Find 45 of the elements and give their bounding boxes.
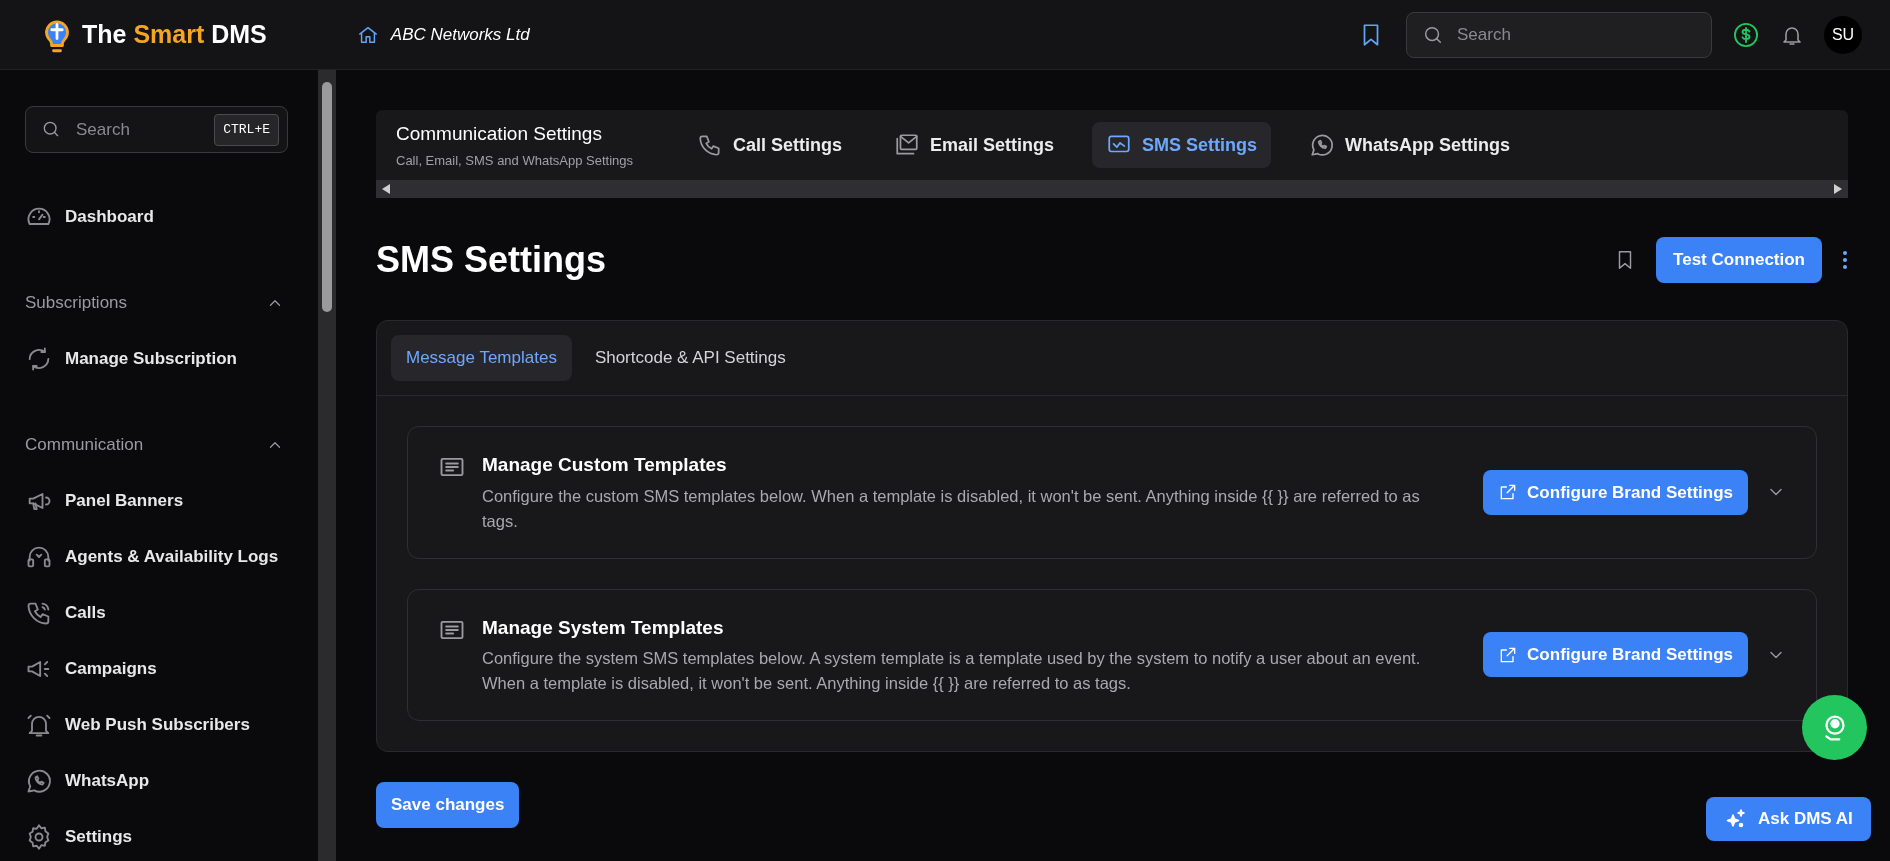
logo-text: The Smart DMS — [82, 18, 267, 50]
sub-tab[interactable]: Message Templates — [391, 335, 572, 381]
whatsapp-icon — [25, 767, 53, 795]
section-title: Manage Custom Templates — [482, 453, 728, 477]
configure-button[interactable]: Configure Brand Settings — [1483, 469, 1748, 515]
configure-button[interactable]: Configure Brand Settings — [1483, 632, 1748, 678]
avatar[interactable]: SU — [1824, 15, 1862, 54]
shortcut-key: CTRL+E — [214, 114, 279, 146]
sidebar-item[interactable]: Calls — [25, 585, 288, 641]
sidebar-item[interactable]: Campaigns — [25, 641, 288, 697]
page-title: SMS Settings — [376, 238, 607, 282]
section-description: Configure the system SMS templates below. A system template is a template used by the system to notify a user about an event. When a template is disabled, it won't be sent. Anything inside {{ }} are referred to as tags. — [482, 648, 1422, 694]
section-description: Configure the custom SMS templates below. When a template is disabled, it won't be sent. Anything inside {{ }} are referred to as tags. — [482, 485, 1421, 532]
sidebar-item[interactable]: Dashboard — [25, 189, 288, 245]
whatsapp-icon — [1309, 132, 1336, 158]
sidebar-item[interactable]: Settings — [25, 809, 288, 861]
phone-icon — [697, 132, 723, 158]
ask-ai-button[interactable]: Ask DMS AI — [1706, 797, 1871, 841]
mail-stack-icon — [894, 132, 921, 158]
sidebar-item[interactable]: Agents & Availability Logs — [25, 529, 288, 585]
scroll-left-icon — [382, 184, 390, 194]
sidebar-item[interactable]: Web Push Subscribers — [25, 697, 288, 753]
horizontal-scrollbar[interactable] — [376, 180, 1848, 198]
search-field[interactable]: Search — [1406, 11, 1712, 58]
settings-tab[interactable]: Call Settings — [683, 122, 857, 168]
dollar-icon — [1732, 20, 1760, 49]
scroll-right-icon — [1834, 184, 1842, 194]
scrollbar[interactable] — [318, 70, 336, 861]
sidebar-section-header[interactable]: Subscriptions — [25, 275, 288, 331]
nav-title: Communication Settings — [396, 122, 603, 146]
sidebar-item[interactable]: Manage Subscription — [25, 331, 288, 387]
section-title: Manage System Templates — [482, 615, 725, 640]
nav-subtitle: Call, Email, SMS and WhatsApp Settings — [396, 151, 633, 170]
test-connection-button[interactable]: Test Connection — [1656, 237, 1822, 283]
sidebar-item[interactable]: Panel Banners — [25, 473, 288, 529]
settings-tab[interactable]: Email Settings — [880, 122, 1069, 168]
company-name[interactable]: ABC Networks Ltd — [390, 21, 530, 48]
search-icon — [41, 119, 61, 139]
settings-tab[interactable]: SMS Settings — [1092, 122, 1272, 168]
sidebar-section-header[interactable]: Communication — [25, 417, 288, 473]
sidebar-item[interactable]: WhatsApp — [25, 753, 288, 809]
more-icon[interactable] — [1842, 250, 1848, 270]
save-button[interactable]: Save changes — [376, 782, 520, 828]
settings-tab[interactable]: WhatsApp Settings — [1295, 122, 1525, 168]
sub-tab[interactable]: Shortcode & API Settings — [579, 335, 801, 381]
